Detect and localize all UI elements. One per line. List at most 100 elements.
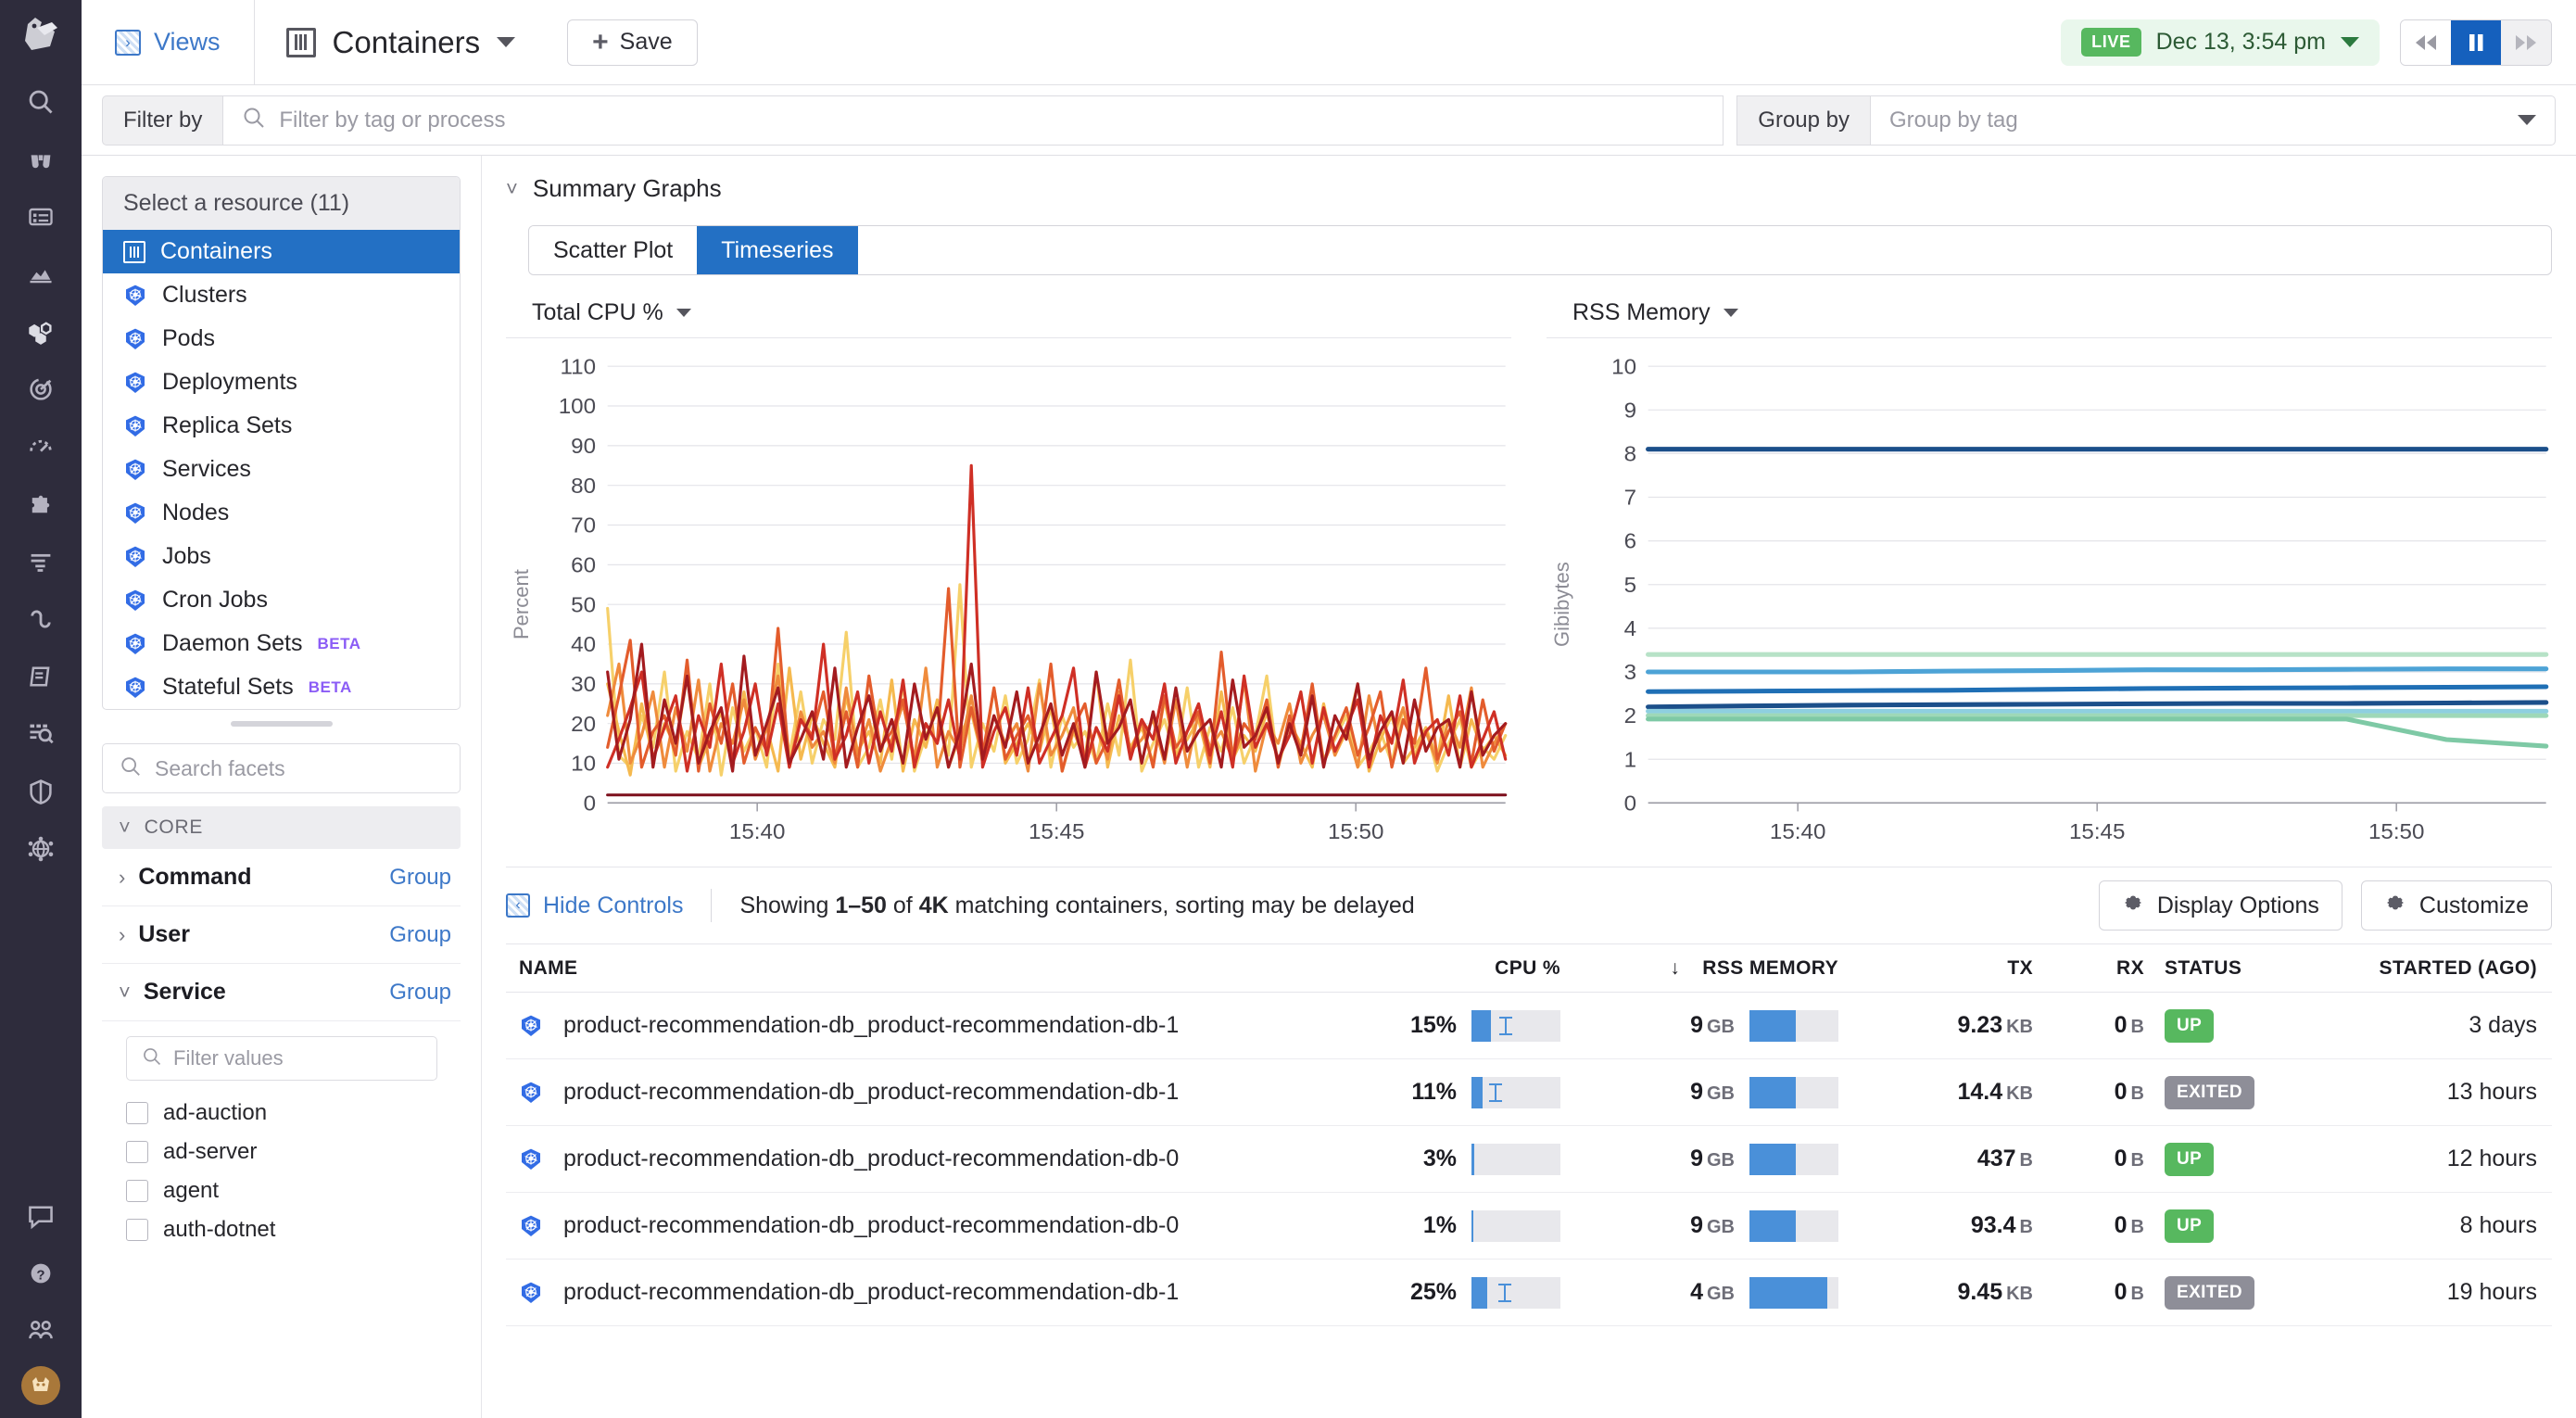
facet-value-ad-auction[interactable]: ad-auction <box>102 1094 461 1133</box>
facet-group-link[interactable]: Group <box>389 922 451 948</box>
table-header-rx[interactable]: RX <box>2033 957 2144 980</box>
cell-name[interactable]: product-recommendation-db_product-recomm… <box>506 1146 1329 1172</box>
memory-plot-wrapper: Gibibytes 01234567891015:4015:4515:50 <box>1547 338 2552 857</box>
cpu-bar-fill <box>1471 1144 1474 1175</box>
table-row[interactable]: product-recommendation-db_product-recomm… <box>506 993 2552 1059</box>
resource-scroll-handle[interactable] <box>231 721 333 727</box>
viz-tab-timeseries[interactable]: Timeseries <box>697 226 857 274</box>
save-button[interactable]: + Save <box>567 19 698 66</box>
time-range-picker[interactable]: LIVE Dec 13, 3:54 pm <box>2061 19 2380 66</box>
infrastructure-link-icon[interactable] <box>19 597 63 641</box>
facet-row-service[interactable]: ˅ServiceGroup <box>102 964 461 1021</box>
showing-suffix: matching containers, sorting may be dela… <box>949 893 1415 918</box>
y-tick-label: 1 <box>1624 749 1636 772</box>
facet-search-wrapper[interactable] <box>102 743 461 793</box>
user-avatar[interactable] <box>21 1366 60 1405</box>
facet-search-input[interactable] <box>155 756 443 781</box>
resource-item-clusters[interactable]: Clusters <box>103 273 460 317</box>
network-globe-icon[interactable] <box>19 827 63 871</box>
serverless-puzzle-icon[interactable] <box>19 482 63 526</box>
forward-icon[interactable] <box>2501 20 2551 65</box>
table-row[interactable]: product-recommendation-db_product-recomm… <box>506 1059 2552 1126</box>
table-header-tx[interactable]: TX <box>1838 957 2033 980</box>
resource-item-stateful-sets[interactable]: Stateful SetsBETA <box>103 665 460 709</box>
chevron-down-icon <box>676 309 691 317</box>
table-header-ago[interactable]: STARTED (AGO) <box>2311 957 2552 980</box>
table-row[interactable]: product-recommendation-db_product-recomm… <box>506 1260 2552 1326</box>
cell-rx: 0B <box>2033 1212 2144 1239</box>
team-people-icon[interactable] <box>19 1309 63 1353</box>
views-button[interactable]: › Views <box>82 0 255 85</box>
cell-name[interactable]: product-recommendation-db_product-recomm… <box>506 1012 1329 1039</box>
resource-list: ContainersClustersPodsDeploymentsReplica… <box>103 230 460 709</box>
facet-row-user[interactable]: ›UserGroup <box>102 906 461 964</box>
metrics-area-chart-icon[interactable] <box>19 252 63 297</box>
checkbox[interactable] <box>126 1180 148 1202</box>
memory-timeseries-plot[interactable]: 01234567891015:4015:4515:50 <box>1578 351 2552 857</box>
filter-input[interactable] <box>279 108 1704 133</box>
logs-lines-icon[interactable] <box>19 539 63 584</box>
table-header-cpu[interactable]: CPU % <box>1329 957 1560 980</box>
dashboard-list-icon[interactable] <box>19 195 63 239</box>
page-title-group[interactable]: Containers <box>255 25 548 60</box>
checkbox[interactable] <box>126 1141 148 1163</box>
chat-support-icon[interactable] <box>19 1194 63 1238</box>
summary-graphs-header[interactable]: ˅ Summary Graphs <box>506 174 2552 203</box>
chevron-down-icon: ˅ <box>119 817 132 838</box>
y-tick-label: 20 <box>571 713 596 736</box>
table-row[interactable]: product-recommendation-db_product-recomm… <box>506 1126 2552 1193</box>
notebooks-icon[interactable] <box>19 654 63 699</box>
memory-metric-selector[interactable]: RSS Memory <box>1547 290 2552 338</box>
facet-group-core[interactable]: ˅ CORE <box>102 806 461 849</box>
cpu-metric-selector[interactable]: Total CPU % <box>506 290 1511 338</box>
resource-item-services[interactable]: Services <box>103 448 460 491</box>
resource-item-deployments[interactable]: Deployments <box>103 361 460 404</box>
checkbox[interactable] <box>126 1102 148 1124</box>
table-header-status[interactable]: STATUS <box>2144 957 2311 980</box>
resource-item-pods[interactable]: Pods <box>103 317 460 361</box>
cpu-timeseries-plot[interactable]: 010203040506070809010011015:4015:4515:50 <box>537 351 1511 857</box>
table-row[interactable]: product-recommendation-db_product-recomm… <box>506 1193 2552 1260</box>
group-by-select[interactable]: Group by tag <box>1870 95 2556 146</box>
datadog-logo[interactable] <box>15 7 67 59</box>
chevron-down-icon[interactable] <box>497 37 515 47</box>
viz-tab-scatter-plot[interactable]: Scatter Plot <box>529 226 697 274</box>
apm-target-icon[interactable] <box>19 367 63 411</box>
filter-input-wrapper[interactable] <box>222 95 1724 146</box>
pause-icon[interactable] <box>2451 20 2501 65</box>
cell-name[interactable]: product-recommendation-db_product-recomm… <box>506 1279 1329 1306</box>
resource-item-replica-sets[interactable]: Replica Sets <box>103 404 460 448</box>
log-search-icon[interactable] <box>19 712 63 756</box>
facet-value-filter-input[interactable] <box>173 1046 422 1070</box>
profiler-gauge-icon[interactable] <box>19 424 63 469</box>
facet-value-auth-dotnet[interactable]: auth-dotnet <box>102 1210 461 1249</box>
binoculars-watchdog-icon[interactable] <box>19 137 63 182</box>
resource-item-jobs[interactable]: Jobs <box>103 535 460 578</box>
rewind-icon[interactable] <box>2401 20 2451 65</box>
facet-group-link[interactable]: Group <box>389 865 451 891</box>
checkbox[interactable] <box>126 1219 148 1241</box>
cell-name[interactable]: product-recommendation-db_product-recomm… <box>506 1079 1329 1106</box>
search-icon[interactable] <box>19 80 63 124</box>
cell-name[interactable]: product-recommendation-db_product-recomm… <box>506 1212 1329 1239</box>
help-question-icon[interactable]: ? <box>19 1251 63 1296</box>
facets-sidebar: Select a resource (11) ContainersCluster… <box>82 156 482 1418</box>
facet-value-filter[interactable] <box>126 1036 437 1081</box>
resource-item-nodes[interactable]: Nodes <box>103 491 460 535</box>
resource-item-daemon-sets[interactable]: Daemon SetsBETA <box>103 622 460 665</box>
facet-value-ad-server[interactable]: ad-server <box>102 1133 461 1171</box>
table-header-mem[interactable]: ↓RSS MEMORY <box>1560 957 1838 980</box>
y-tick-label: 30 <box>571 673 596 696</box>
resource-item-cron-jobs[interactable]: Cron Jobs <box>103 578 460 622</box>
cell-tx: 93.4B <box>1838 1212 2033 1239</box>
table-header-name[interactable]: NAME <box>506 957 1329 980</box>
hide-controls-button[interactable]: ‹ Hide Controls <box>506 893 683 919</box>
integrations-cubes-icon[interactable] <box>19 310 63 354</box>
resource-item-containers[interactable]: Containers <box>103 230 460 273</box>
display-options-button[interactable]: Display Options <box>2099 880 2342 931</box>
customize-button[interactable]: Customize <box>2361 880 2552 931</box>
facet-row-command[interactable]: ›CommandGroup <box>102 849 461 906</box>
security-shield-icon[interactable] <box>19 769 63 814</box>
facet-group-link[interactable]: Group <box>389 980 451 1006</box>
facet-value-agent[interactable]: agent <box>102 1171 461 1210</box>
